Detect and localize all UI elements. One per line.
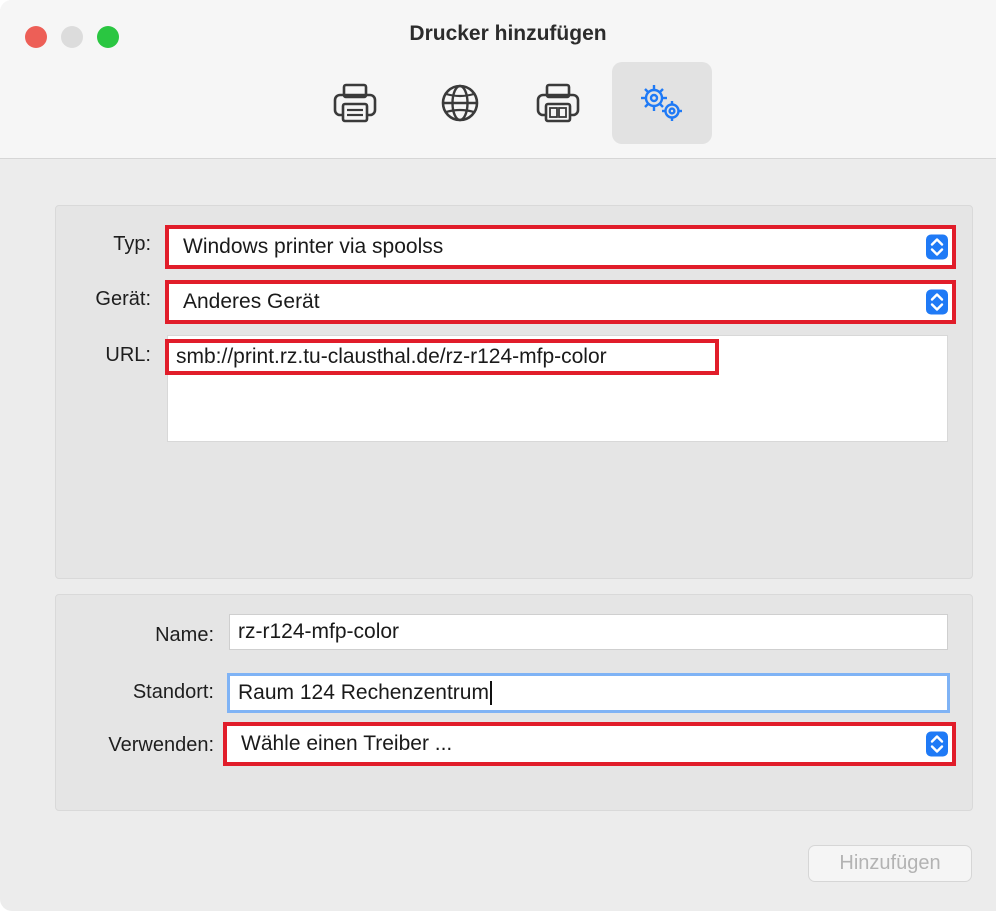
url-value: smb://print.rz.tu-clausthal.de/rz-r124-m… bbox=[176, 345, 607, 368]
printer-icon bbox=[333, 83, 377, 123]
toolbar-advanced-button[interactable] bbox=[612, 62, 712, 144]
device-value: Anderes Gerät bbox=[183, 290, 320, 313]
device-label: Gerät: bbox=[95, 288, 151, 310]
text-caret bbox=[489, 681, 492, 705]
location-label: Standort: bbox=[132, 681, 214, 703]
url-label: URL: bbox=[105, 344, 151, 366]
name-label: Name: bbox=[155, 624, 214, 646]
location-field[interactable]: Raum 124 Rechenzentrum bbox=[227, 673, 950, 713]
driver-popup[interactable]: Wähle einen Treiber ... bbox=[223, 722, 956, 766]
toolbar-default-printer-button[interactable] bbox=[305, 62, 405, 144]
url-value-highlight[interactable]: smb://print.rz.tu-clausthal.de/rz-r124-m… bbox=[165, 339, 719, 375]
window-titlebar: Drucker hinzufügen bbox=[0, 0, 996, 159]
type-value: Windows printer via spoolss bbox=[183, 235, 444, 258]
toolbar-ip-button[interactable] bbox=[410, 62, 510, 144]
use-label: Verwenden: bbox=[108, 734, 214, 756]
advanced-gears-icon bbox=[641, 85, 682, 121]
chevron-updown-icon bbox=[926, 234, 948, 260]
add-printer-window: Drucker hinzufügen Typ: Windows printer … bbox=[0, 0, 996, 911]
type-label: Typ: bbox=[113, 233, 151, 255]
fax-printer-icon bbox=[536, 83, 580, 123]
toolbar-windows-button[interactable] bbox=[508, 62, 608, 144]
window-title: Drucker hinzufügen bbox=[409, 22, 607, 45]
location-value: Raum 124 Rechenzentrum bbox=[238, 681, 489, 704]
chevron-updown-icon bbox=[926, 289, 948, 315]
name-field[interactable]: rz-r124-mfp-color bbox=[229, 614, 948, 650]
add-button[interactable]: Hinzufügen bbox=[808, 845, 972, 882]
globe-icon bbox=[441, 84, 479, 122]
type-popup[interactable]: Windows printer via spoolss bbox=[165, 225, 956, 269]
driver-value: Wähle einen Treiber ... bbox=[241, 732, 453, 755]
device-popup[interactable]: Anderes Gerät bbox=[165, 280, 956, 324]
chevron-updown-icon bbox=[926, 731, 948, 757]
name-value: rz-r124-mfp-color bbox=[238, 620, 400, 643]
